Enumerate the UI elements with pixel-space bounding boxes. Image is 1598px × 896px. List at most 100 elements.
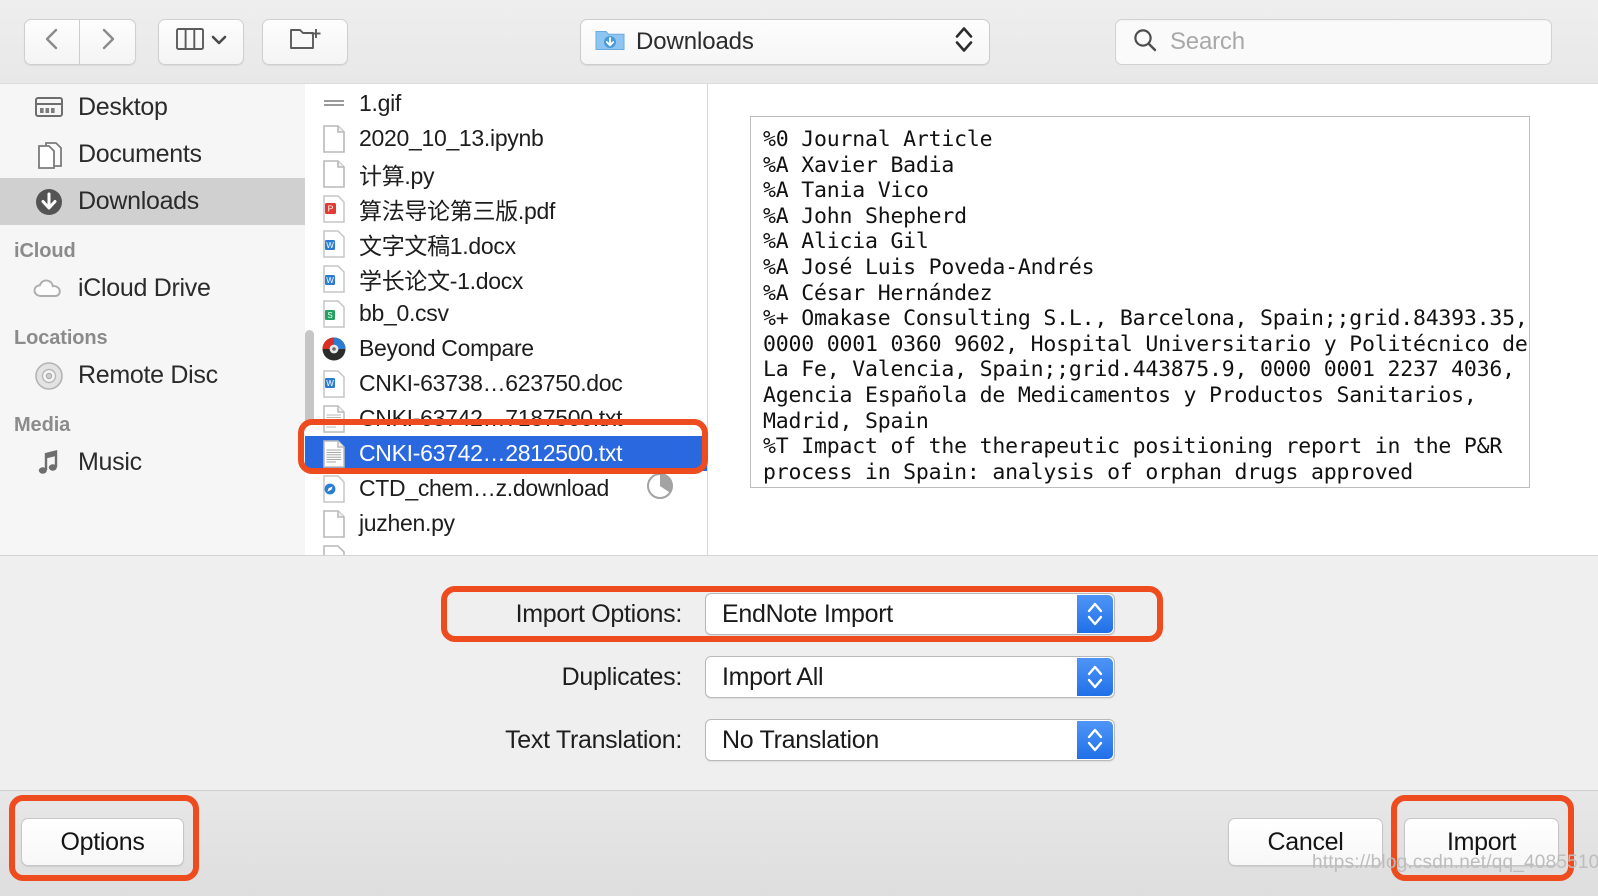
music-note-icon (32, 449, 66, 477)
search-field[interactable]: Search (1115, 19, 1552, 65)
excel-file-icon: S (319, 299, 349, 328)
svg-text:W: W (326, 379, 334, 388)
view-mode-button[interactable] (158, 18, 244, 65)
import-options-label: Import Options: (515, 599, 683, 628)
up-down-stepper-icon[interactable] (1077, 721, 1113, 759)
text-file-icon (319, 439, 349, 468)
sidebar-item-label: Music (78, 448, 142, 476)
cloud-icon (32, 278, 66, 300)
nav-segment (24, 18, 348, 65)
sidebar-section-icloud: iCloud (14, 240, 76, 262)
documents-icon (32, 141, 66, 169)
sidebar-item-remote-disc[interactable]: Remote Disc (0, 352, 305, 399)
path-label: Downloads (636, 28, 754, 55)
sidebar-item-music[interactable]: Music (0, 439, 305, 486)
sidebar-item-icloud-drive[interactable]: iCloud Drive (0, 265, 305, 312)
watermark: https://blog.csdn.net/qq_40855100 (1312, 852, 1598, 873)
text-translation-value: No Translation (722, 725, 879, 754)
chevron-left-icon (42, 25, 62, 58)
list-item[interactable]: W 文字文稿1.docx (305, 226, 707, 261)
text-file-icon (319, 404, 349, 433)
list-item[interactable]: Beyond Compare (305, 331, 707, 366)
file-name: 算法导论第三版.pdf (359, 197, 556, 224)
list-item[interactable]: juzhen.py (305, 506, 707, 541)
preview-text: %0 Journal Article %A Xavier Badia %A Ta… (763, 127, 1528, 485)
file-name: juzhen.py (359, 510, 455, 536)
options-button[interactable]: Options (21, 818, 184, 866)
blank-file-icon (319, 159, 349, 188)
file-name: 2020_10_13.ipynb (359, 125, 544, 151)
desktop-icon (32, 95, 66, 121)
sidebar-section-media: Media (14, 414, 71, 436)
dialog-button-bar: Options Cancel Import (0, 790, 1598, 896)
gif-file-icon (319, 91, 349, 117)
up-down-stepper-icon[interactable] (1077, 595, 1113, 633)
import-options-panel: Import Options: EndNote Import Duplicate… (0, 555, 1598, 790)
sidebar: Desktop Documents Downloads iCloud iClou… (0, 84, 305, 556)
list-item[interactable]: 2020_10_13.ipynb (305, 121, 707, 156)
preview-text-box: %0 Journal Article %A Xavier Badia %A Ta… (750, 116, 1530, 488)
sidebar-item-desktop[interactable]: Desktop (0, 84, 305, 131)
sidebar-item-downloads[interactable]: Downloads (0, 178, 305, 225)
file-name: 学长论文-1.docx (359, 267, 524, 294)
list-item[interactable]: 计算.py (305, 156, 707, 191)
toolbar: Downloads Search (0, 0, 1598, 83)
list-item[interactable]: P 算法导论第三版.pdf (305, 191, 707, 226)
list-item[interactable] (305, 541, 707, 556)
forward-button[interactable] (80, 18, 136, 65)
duplicates-label: Duplicates: (561, 662, 683, 691)
list-item[interactable]: CTD_chem…z.download (305, 471, 707, 506)
duplicates-select[interactable]: Import All (705, 656, 1115, 698)
svg-text:W: W (326, 276, 334, 285)
import-options-value: EndNote Import (722, 599, 893, 628)
word-file-icon: W (319, 264, 349, 293)
text-translation-label: Text Translation: (505, 725, 682, 754)
svg-text:W: W (326, 241, 334, 250)
file-name: bb_0.csv (359, 300, 449, 326)
new-folder-button[interactable] (262, 18, 348, 65)
new-folder-icon (289, 26, 321, 57)
text-translation-select[interactable]: No Translation (705, 719, 1115, 761)
sidebar-item-label: Remote Disc (78, 361, 218, 389)
preview-pane: %0 Journal Article %A Xavier Badia %A Ta… (708, 84, 1598, 556)
file-name: CNKI-63742…2812500.txt (359, 440, 623, 466)
sidebar-item-label: Desktop (78, 93, 168, 121)
list-item[interactable]: W CNKI-63738…623750.doc (305, 366, 707, 401)
beyond-compare-icon (319, 335, 349, 363)
downloads-folder-icon (595, 28, 625, 57)
blank-file-icon (319, 509, 349, 538)
sidebar-item-label: Downloads (78, 187, 199, 215)
disc-icon (32, 361, 66, 391)
download-progress-icon (645, 471, 675, 506)
blank-file-icon (319, 124, 349, 153)
list-item[interactable]: S bb_0.csv (305, 296, 707, 331)
list-item[interactable]: CNKI-63742…7187500.txt (305, 401, 707, 436)
up-down-stepper-icon[interactable] (953, 23, 975, 62)
file-name: 1.gif (359, 90, 401, 116)
import-options-select[interactable]: EndNote Import (705, 593, 1115, 635)
search-placeholder: Search (1170, 28, 1245, 55)
file-import-dialog: Downloads Search Desktop Documents Downl… (0, 0, 1598, 896)
column-view-icon (175, 28, 204, 55)
svg-text:S: S (327, 311, 332, 320)
browser-area: Desktop Documents Downloads iCloud iClou… (0, 83, 1598, 556)
duplicates-row: Duplicates: Import All (462, 656, 1115, 698)
file-list[interactable]: 1.gif 2020_10_13.ipynb 计算.py P 算法导论第三版.p… (305, 84, 708, 556)
list-item[interactable]: 1.gif (305, 86, 707, 121)
word-file-icon: W (319, 229, 349, 258)
back-button[interactable] (24, 18, 80, 65)
path-popup-button[interactable]: Downloads (580, 19, 990, 65)
pdf-file-icon: P (319, 194, 349, 223)
sidebar-section-locations: Locations (14, 327, 108, 349)
list-item[interactable]: W 学长论文-1.docx (305, 261, 707, 296)
list-item-selected[interactable]: CNKI-63742…2812500.txt (305, 436, 707, 471)
file-name: CNKI-63742…7187500.txt (359, 405, 623, 431)
safari-download-icon (319, 474, 349, 503)
duplicates-value: Import All (722, 662, 824, 691)
up-down-stepper-icon[interactable] (1077, 658, 1113, 696)
file-name: CTD_chem…z.download (359, 475, 609, 501)
downloads-icon (32, 187, 66, 217)
file-name: 文字文稿1.docx (359, 232, 516, 259)
text-translation-row: Text Translation: No Translation (462, 719, 1115, 761)
sidebar-item-documents[interactable]: Documents (0, 131, 305, 178)
